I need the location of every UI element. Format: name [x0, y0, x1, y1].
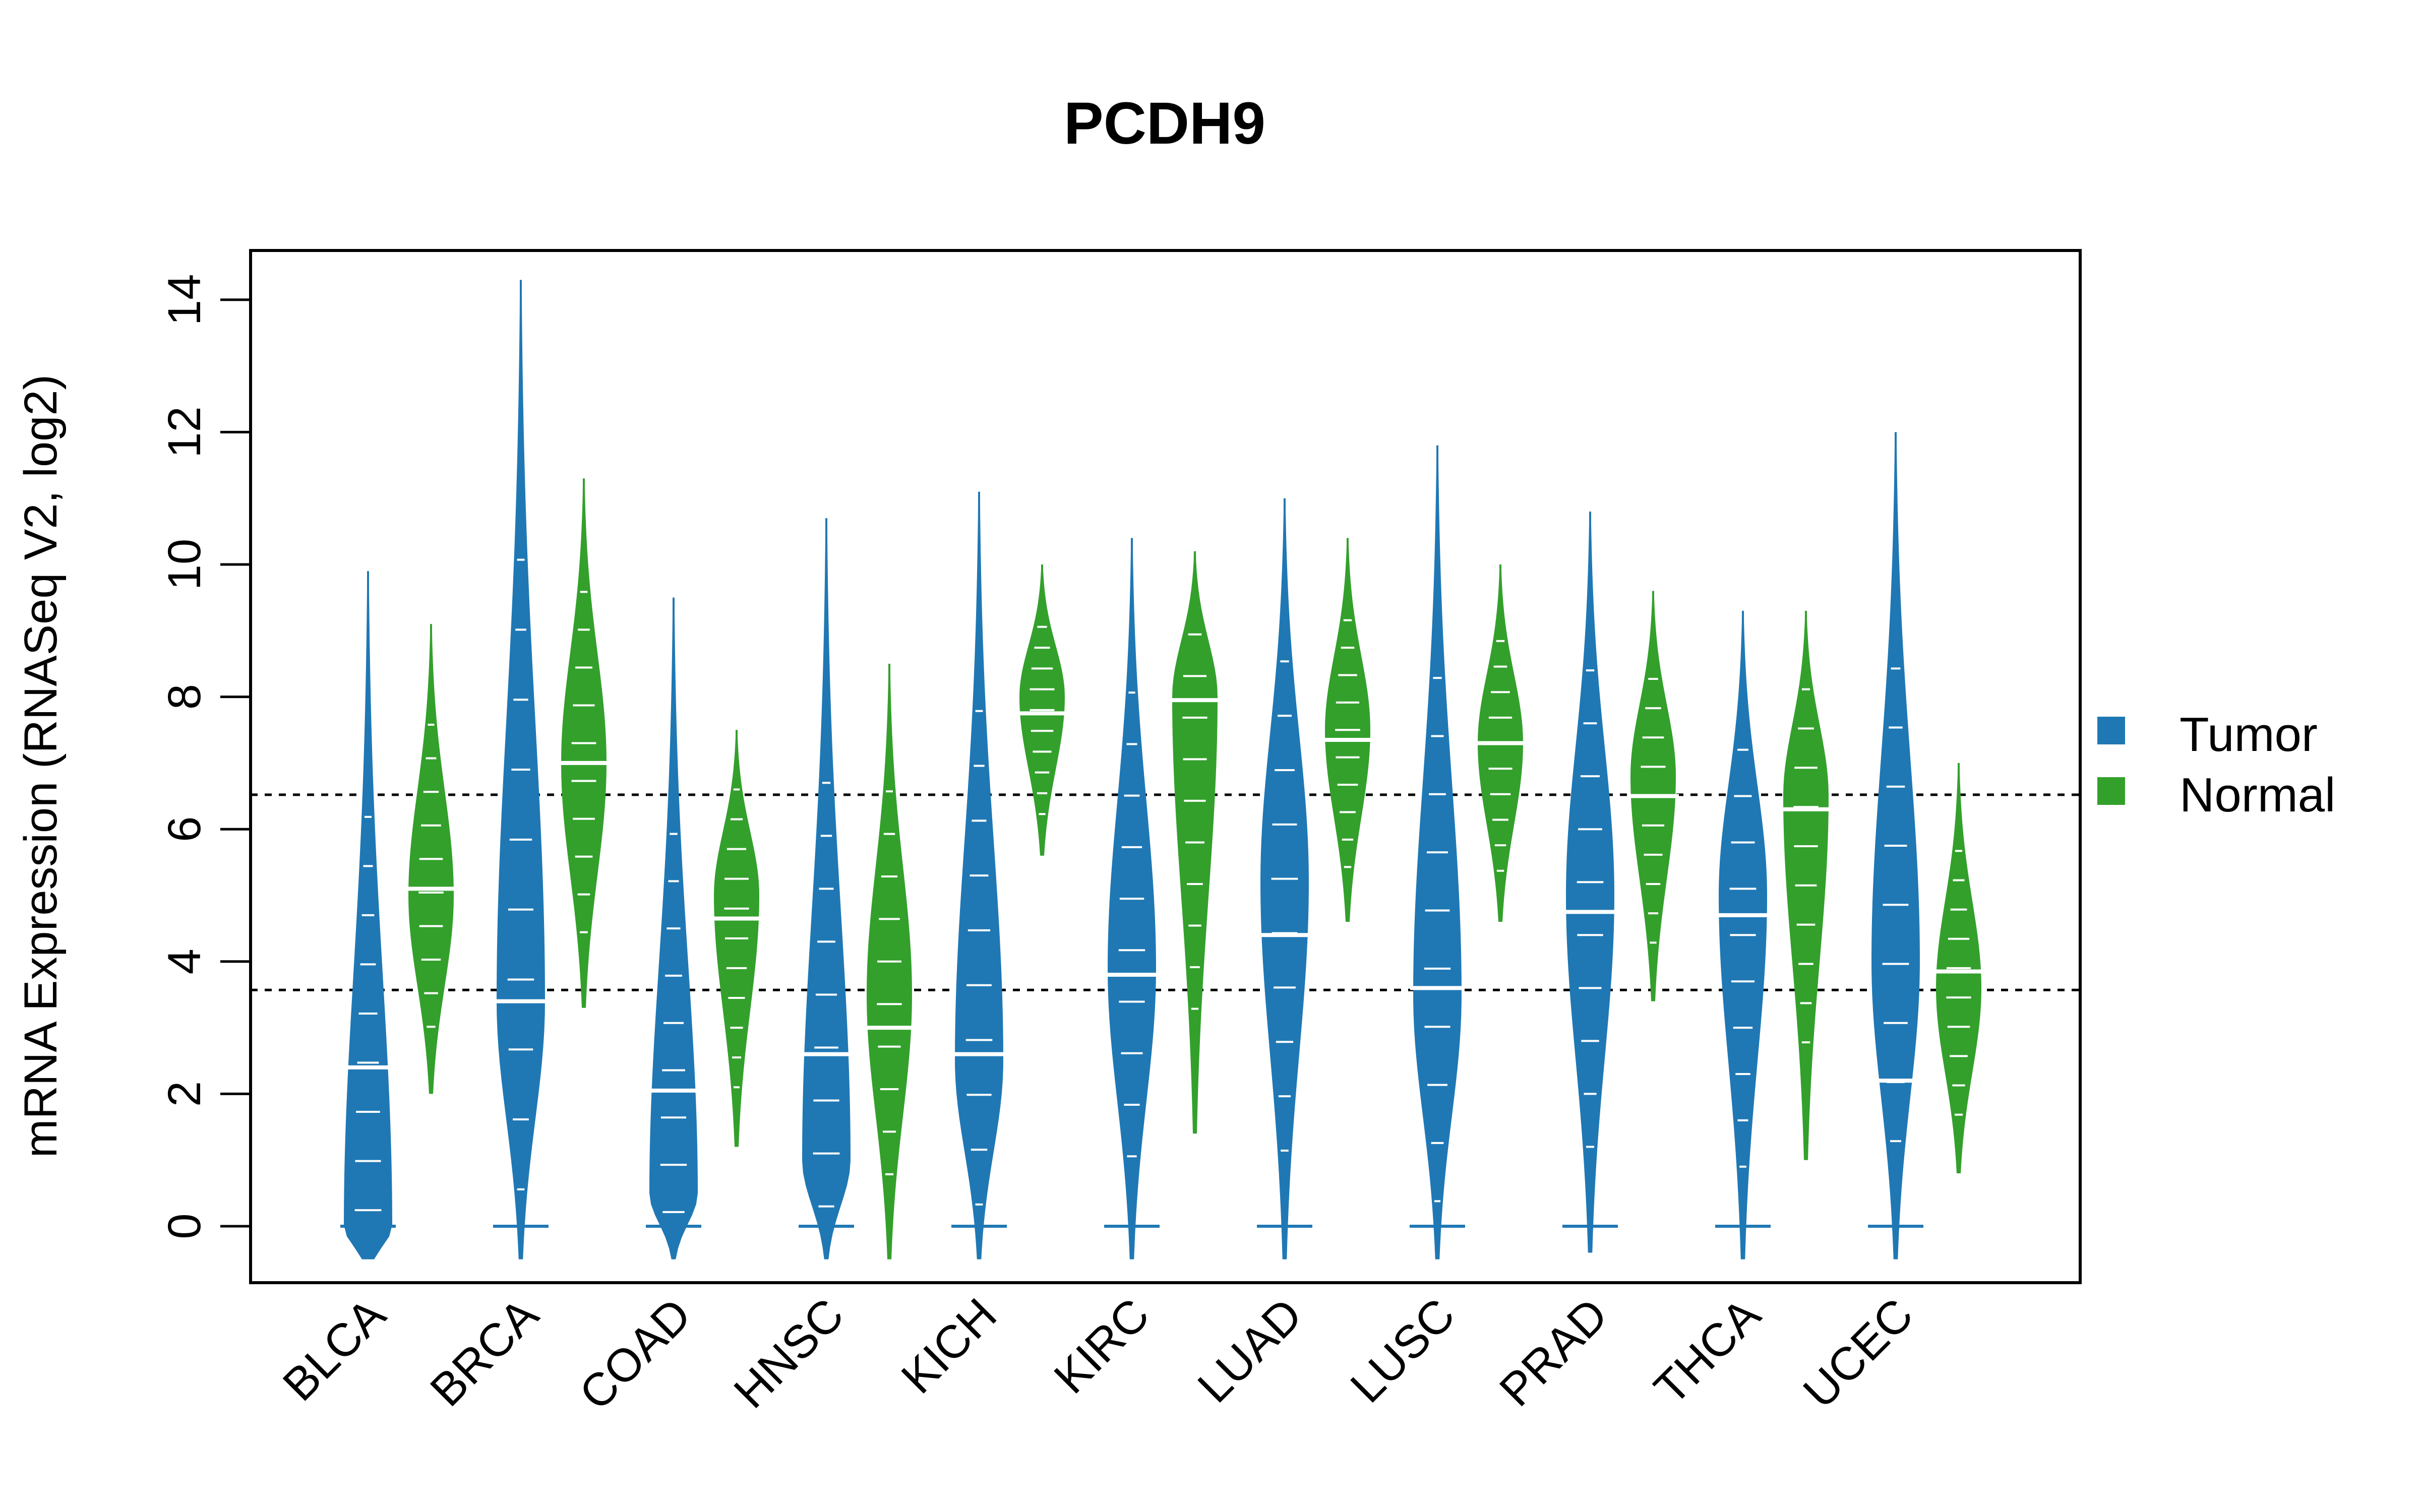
x-tick-label: KICH — [892, 1289, 1007, 1404]
legend-item-normal: Normal — [2097, 768, 2335, 822]
legend-swatch-normal — [2097, 777, 2125, 805]
y-tick-label: 4 — [159, 949, 210, 974]
violin-chart: PCDH9 mRNA Expression (RNASeq V2, log2) … — [15, 90, 2335, 1420]
y-tick-label: 2 — [159, 1081, 210, 1107]
x-tick-label: KIRC — [1045, 1289, 1160, 1404]
x-tick-label: PRAD — [1490, 1289, 1617, 1416]
x-tick-label: BLCA — [273, 1289, 396, 1411]
y-tick-label: 14 — [159, 274, 210, 326]
y-tick-label: 12 — [159, 406, 210, 458]
y-tick-label: 10 — [159, 539, 210, 590]
x-tick-label: LUSC — [1341, 1289, 1465, 1413]
legend-label-tumor: Tumor — [2180, 708, 2318, 762]
x-tick-label: COAD — [570, 1289, 701, 1420]
x-axis: BLCA BRCA COAD HNSC KICH KIRC LUAD LUSC PRAD THCA… — [273, 1289, 1923, 1420]
x-tick-label: HNSC — [724, 1289, 854, 1418]
chart-title: PCDH9 — [1064, 90, 1265, 157]
y-axis: 0 2 4 6 8 10 12 14 — [159, 274, 252, 1239]
violins — [340, 280, 1984, 1259]
legend-label-normal: Normal — [2180, 768, 2335, 822]
legend-item-tumor: Tumor — [2097, 708, 2318, 762]
y-tick-label: 0 — [159, 1213, 210, 1239]
x-tick-label: BRCA — [420, 1289, 548, 1416]
y-axis-label: mRNA Expression (RNASeq V2, log2) — [15, 374, 67, 1158]
legend-swatch-tumor — [2097, 717, 2125, 744]
y-tick-label: 6 — [159, 816, 210, 842]
x-tick-label: UCEC — [1794, 1289, 1923, 1418]
y-tick-label: 8 — [159, 684, 210, 710]
x-tick-label: THCA — [1645, 1289, 1771, 1415]
x-tick-label: LUAD — [1188, 1289, 1312, 1413]
legend: Tumor Normal — [2097, 708, 2335, 822]
